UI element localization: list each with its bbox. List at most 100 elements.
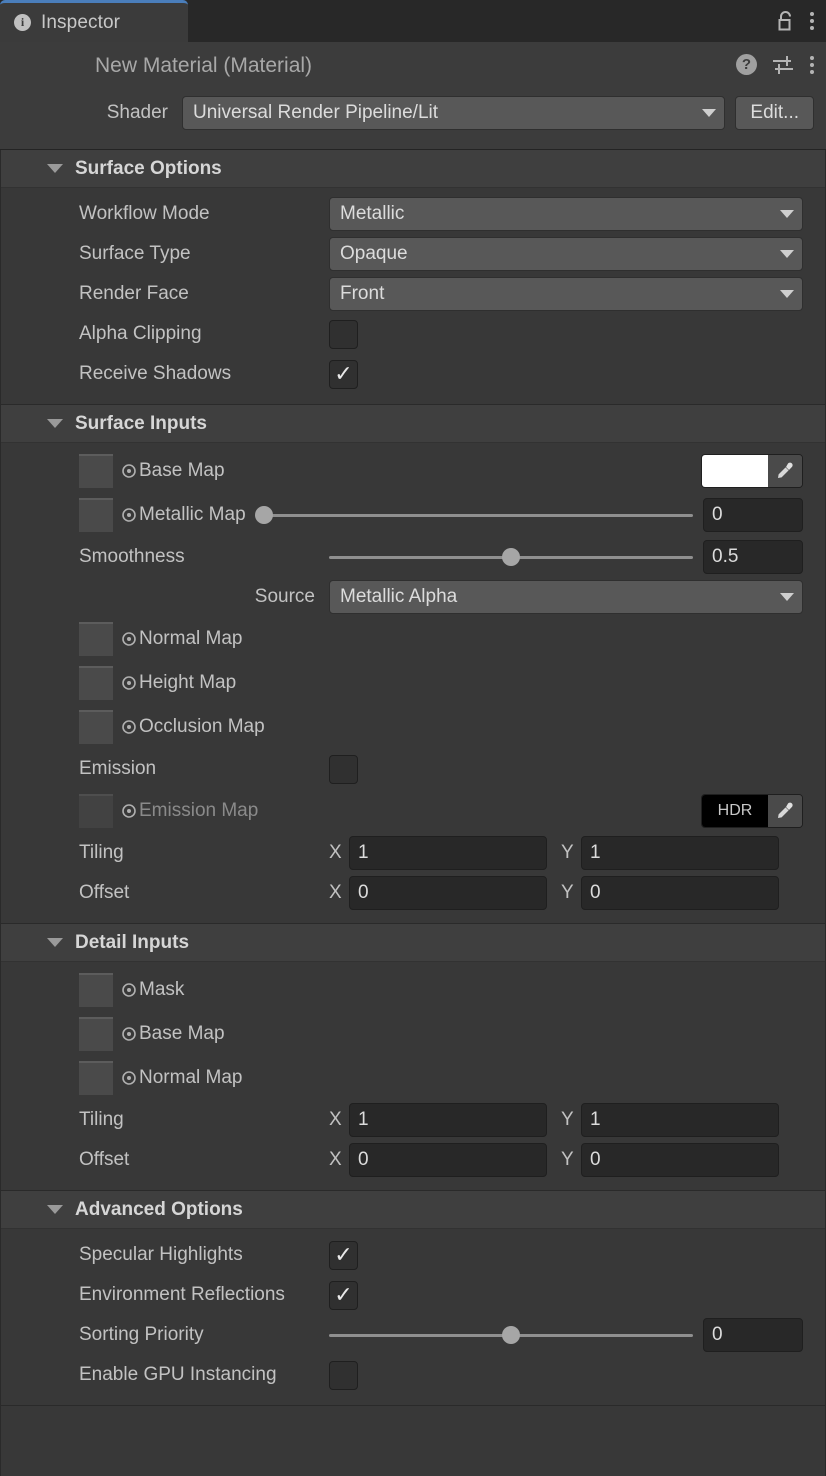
- vector-x-field[interactable]: 0: [349, 876, 547, 910]
- section-header-surface-inputs[interactable]: Surface Inputs: [1, 405, 825, 443]
- number-value: 0: [712, 504, 723, 525]
- vector-y-field[interactable]: 1: [581, 836, 779, 870]
- chevron-down-icon: [702, 109, 717, 117]
- texture-slot-occlusion-map[interactable]: [79, 710, 113, 744]
- vector-y-value: 0: [590, 882, 601, 903]
- number-field-metallic-map[interactable]: 0: [703, 498, 803, 532]
- section-title: Surface Inputs: [75, 412, 207, 434]
- row-emission-map: Emission Map HDR: [1, 789, 825, 833]
- target-icon[interactable]: [121, 719, 137, 735]
- eyedropper-icon[interactable]: [768, 455, 802, 487]
- section-header-advanced-options[interactable]: Advanced Options: [1, 1191, 825, 1229]
- row-occlusion-map: Occlusion Map: [1, 705, 825, 749]
- tab-inspector[interactable]: i Inspector: [0, 0, 188, 42]
- vector-y-field[interactable]: 0: [581, 876, 779, 910]
- checkbox-specular-highlights[interactable]: ✓: [329, 1240, 358, 1270]
- row-offset: Offset X 0 Y 0: [1, 1140, 825, 1180]
- dropdown-source[interactable]: Metallic Alpha: [329, 580, 803, 614]
- edit-shader-button[interactable]: Edit...: [735, 96, 814, 130]
- texture-slot-base-map[interactable]: [79, 454, 113, 488]
- row-source: Source Metallic Alpha: [1, 577, 825, 617]
- field-label: Base Map: [139, 460, 225, 481]
- checkbox-enable-gpu-instancing[interactable]: [329, 1360, 358, 1390]
- dropdown-workflow-mode[interactable]: Metallic: [329, 197, 803, 231]
- texture-slot-base-map[interactable]: [79, 1017, 113, 1051]
- field-label: Metallic Map: [139, 504, 246, 525]
- number-field-sorting-priority[interactable]: 0: [703, 1318, 803, 1352]
- help-icon[interactable]: ?: [736, 54, 757, 75]
- vector-y-field[interactable]: 0: [581, 1143, 779, 1177]
- vector-x-field[interactable]: 0: [349, 1143, 547, 1177]
- texture-slot-metallic-map[interactable]: [79, 498, 113, 532]
- axis-y-label: Y: [561, 842, 574, 863]
- chevron-down-icon: [780, 210, 794, 218]
- section-header-surface-options[interactable]: Surface Options: [1, 150, 825, 188]
- preset-icon[interactable]: [771, 55, 795, 75]
- inspector-window: i Inspector New Material (Material) ? Sh…: [0, 0, 826, 1476]
- row-emission: Emission: [1, 749, 825, 789]
- color-field-base-map[interactable]: [701, 454, 803, 488]
- target-icon[interactable]: [121, 463, 137, 479]
- dropdown-surface-type[interactable]: Opaque: [329, 237, 803, 271]
- slider-smoothness[interactable]: [329, 547, 693, 567]
- slider-thumb[interactable]: [254, 506, 273, 524]
- vector-x-value: 1: [358, 842, 369, 863]
- vector-y-value: 1: [590, 1109, 601, 1130]
- section-title: Advanced Options: [75, 1198, 243, 1220]
- edit-shader-label: Edit...: [750, 102, 799, 123]
- section-header-detail-inputs[interactable]: Detail Inputs: [1, 924, 825, 962]
- chevron-down-icon: [780, 290, 794, 298]
- slider-metallic-map[interactable]: [254, 505, 693, 525]
- kebab-menu-icon[interactable]: [809, 55, 814, 74]
- field-label: Occlusion Map: [139, 716, 265, 737]
- field-label: Alpha Clipping: [79, 323, 202, 344]
- slider-sorting-priority[interactable]: [329, 1325, 693, 1345]
- section-advanced-options: Advanced Options Specular Highlights ✓ Envi…: [1, 1191, 825, 1406]
- target-icon[interactable]: [121, 803, 137, 819]
- row-environment-reflections: Environment Reflections ✓: [1, 1275, 825, 1315]
- section-title: Detail Inputs: [75, 931, 190, 953]
- object-header-actions: ?: [736, 54, 814, 75]
- target-icon[interactable]: [121, 507, 137, 523]
- texture-slot-mask[interactable]: [79, 973, 113, 1007]
- shader-dropdown[interactable]: Universal Render Pipeline/Lit: [182, 96, 726, 130]
- color-swatch[interactable]: HDR: [702, 795, 768, 827]
- texture-slot-emission-map[interactable]: [79, 794, 113, 828]
- vector-x-field[interactable]: 1: [349, 836, 547, 870]
- object-header: New Material (Material) ? Shader Univers…: [0, 42, 826, 150]
- checkbox-alpha-clipping[interactable]: [329, 319, 358, 349]
- field-label: Tiling: [79, 842, 124, 863]
- section-surface-inputs: Surface Inputs Base Map Metallic Map 0 Smoot…: [1, 405, 825, 924]
- tab-bar: i Inspector: [0, 0, 826, 42]
- target-icon[interactable]: [121, 1026, 137, 1042]
- texture-slot-normal-map[interactable]: [79, 622, 113, 656]
- checkbox-receive-shadows[interactable]: ✓: [329, 359, 358, 389]
- vector-y-field[interactable]: 1: [581, 1103, 779, 1137]
- color-field-emission-map[interactable]: HDR: [701, 794, 803, 828]
- eyedropper-icon[interactable]: [768, 795, 802, 827]
- row-receive-shadows: Receive Shadows ✓: [1, 354, 825, 394]
- checkbox-emission[interactable]: [329, 754, 358, 784]
- number-field-smoothness[interactable]: 0.5: [703, 540, 803, 574]
- color-swatch[interactable]: [702, 455, 768, 487]
- kebab-menu-icon[interactable]: [809, 12, 814, 30]
- dropdown-render-face[interactable]: Front: [329, 277, 803, 311]
- lock-open-icon[interactable]: [777, 10, 795, 32]
- slider-thumb[interactable]: [502, 1326, 520, 1344]
- target-icon[interactable]: [121, 982, 137, 998]
- row-enable-gpu-instancing: Enable GPU Instancing: [1, 1355, 825, 1395]
- target-icon[interactable]: [121, 631, 137, 647]
- row-height-map: Height Map: [1, 661, 825, 705]
- texture-slot-height-map[interactable]: [79, 666, 113, 700]
- checkbox-environment-reflections[interactable]: ✓: [329, 1280, 358, 1310]
- target-icon[interactable]: [121, 1070, 137, 1086]
- field-label: Tiling: [79, 1109, 124, 1130]
- target-icon[interactable]: [121, 675, 137, 691]
- vector-x-field[interactable]: 1: [349, 1103, 547, 1137]
- row-workflow-mode: Workflow Mode Metallic: [1, 194, 825, 234]
- row-alpha-clipping: Alpha Clipping: [1, 314, 825, 354]
- texture-slot-normal-map[interactable]: [79, 1061, 113, 1095]
- row-specular-highlights: Specular Highlights ✓: [1, 1235, 825, 1275]
- axis-x-label: X: [329, 1109, 342, 1130]
- slider-thumb[interactable]: [502, 548, 520, 566]
